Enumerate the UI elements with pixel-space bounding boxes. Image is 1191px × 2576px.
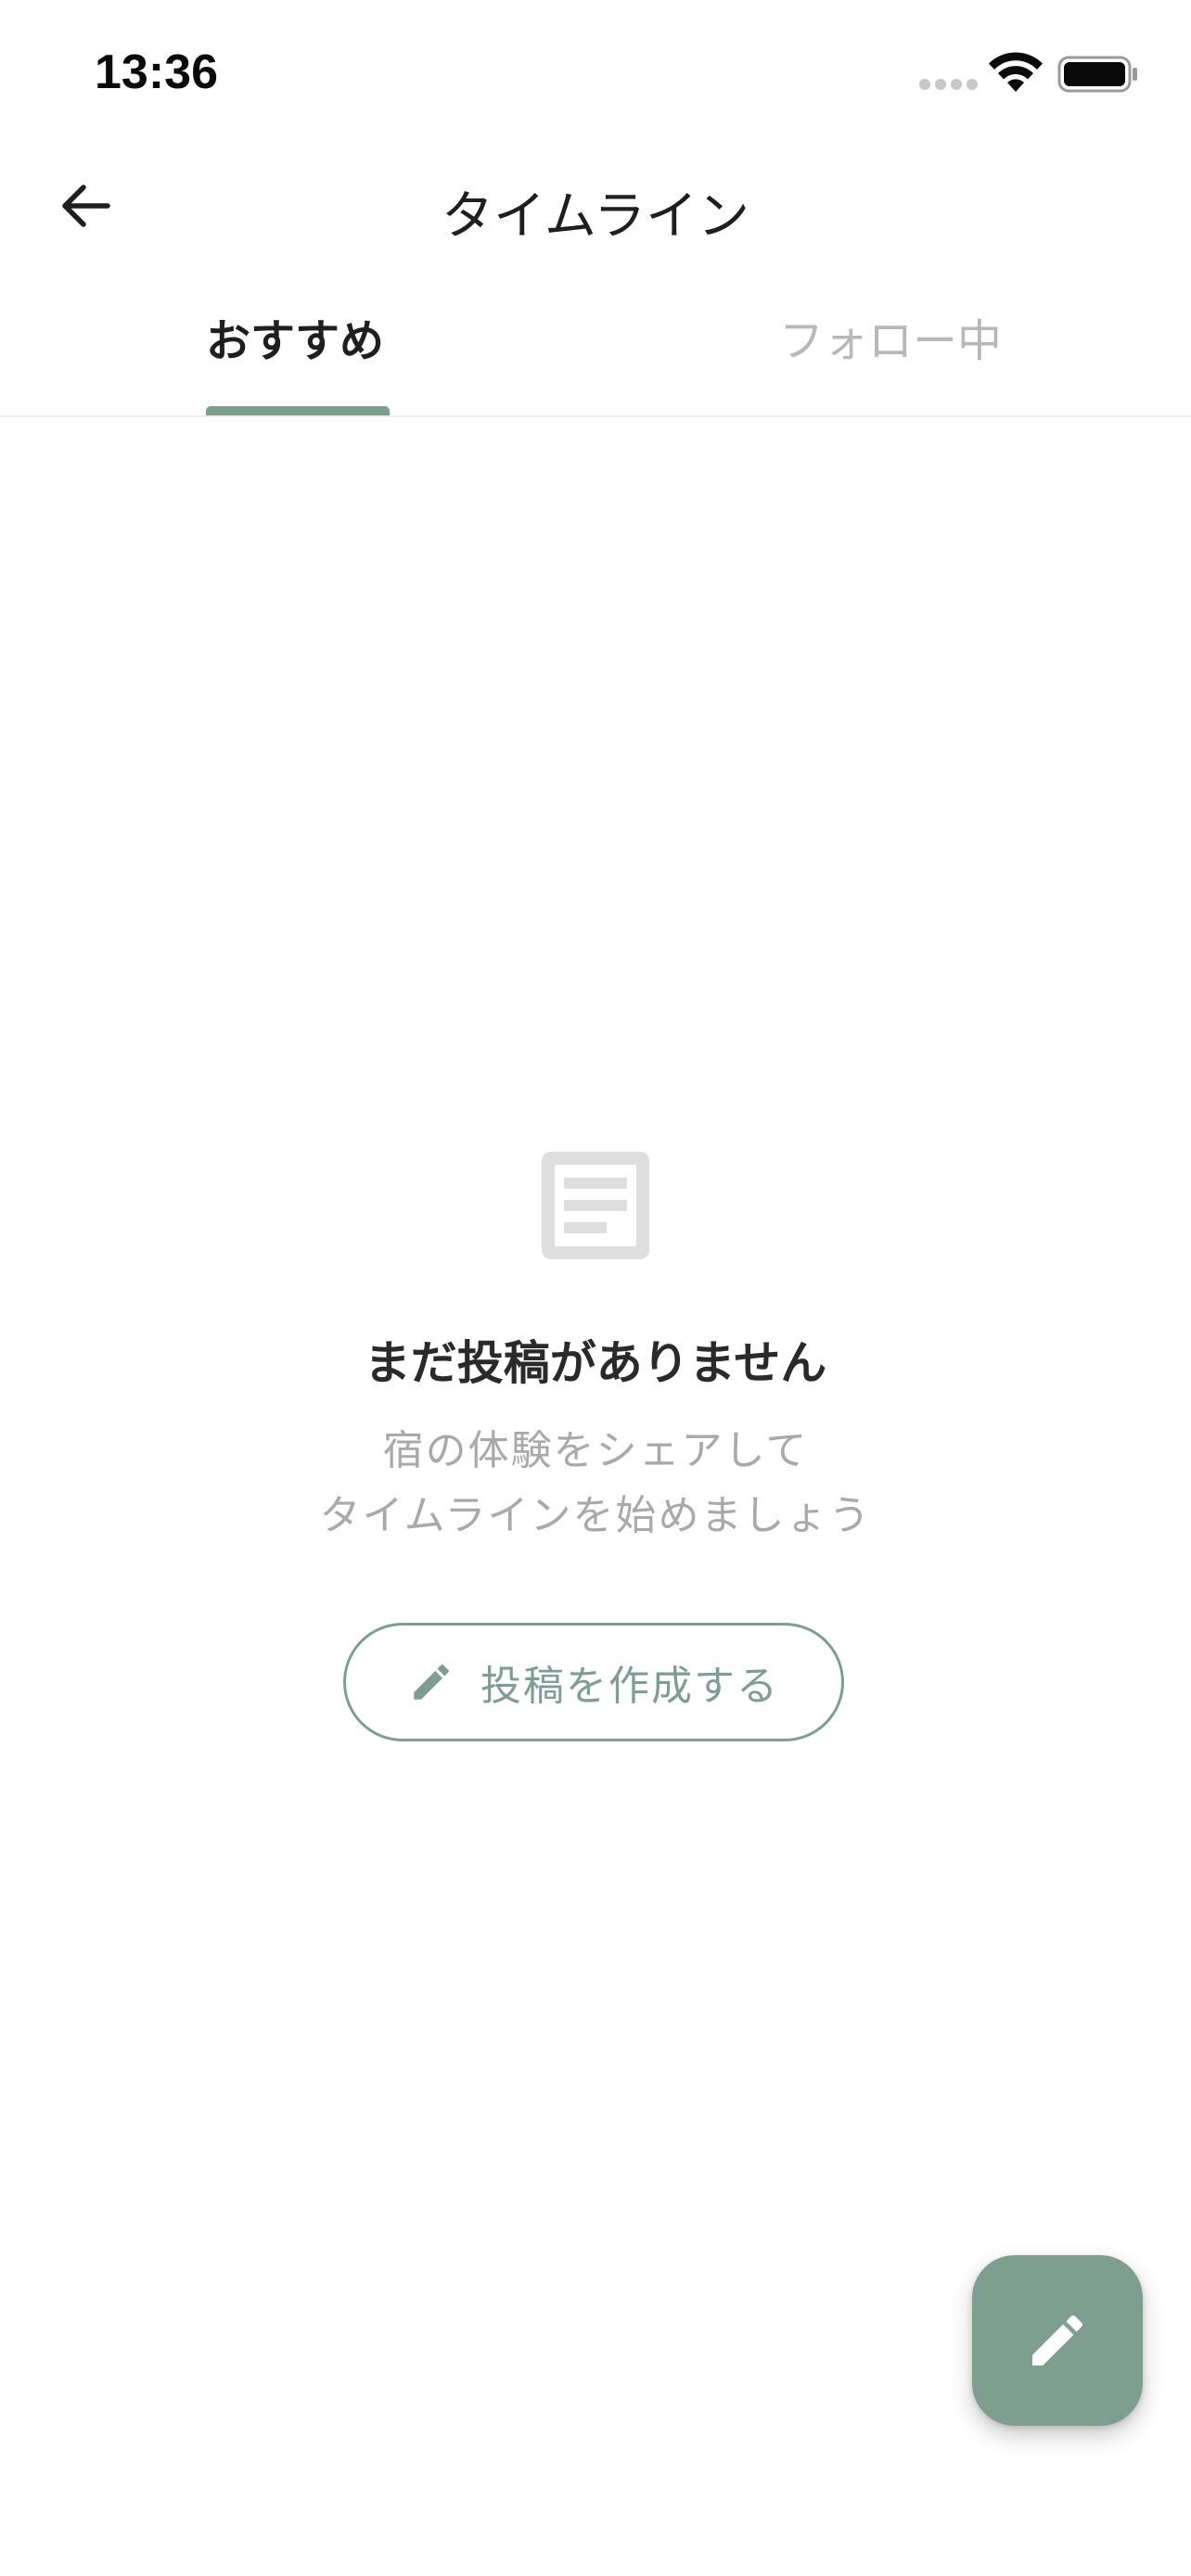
page-title: タイムライン	[441, 186, 750, 247]
pencil-icon	[414, 1664, 449, 1700]
empty-state-description-line-1: 宿の体験をシェアして	[382, 1427, 809, 1474]
tab-following[interactable]: フォロー中	[779, 304, 1002, 369]
tab-bar: おすすめ フォロー中	[0, 278, 1191, 417]
empty-state-description: 宿の体験をシェアして タイムラインを始めましょう	[0, 1419, 1191, 1549]
empty-state-title: まだ投稿がありません	[364, 1336, 827, 1390]
active-tab-indicator	[206, 406, 390, 415]
create-post-button[interactable]: 投稿を作成する	[343, 1623, 844, 1741]
battery-icon	[1057, 56, 1137, 93]
pencil-icon	[1032, 2315, 1083, 2366]
header: タイムライン	[0, 148, 1191, 260]
tab-recommended[interactable]: おすすめ	[206, 304, 384, 369]
wifi-icon	[989, 52, 1043, 92]
document-icon	[542, 1152, 649, 1259]
empty-state-description-line-2: タイムラインを始めましょう	[319, 1492, 872, 1539]
cellular-signal-icon	[919, 79, 978, 90]
status-time: 13:36	[95, 45, 218, 99]
status-bar: 13:36	[0, 0, 1191, 148]
compose-fab[interactable]	[972, 2255, 1143, 2426]
create-post-button-label: 投稿を作成する	[480, 1663, 779, 1710]
